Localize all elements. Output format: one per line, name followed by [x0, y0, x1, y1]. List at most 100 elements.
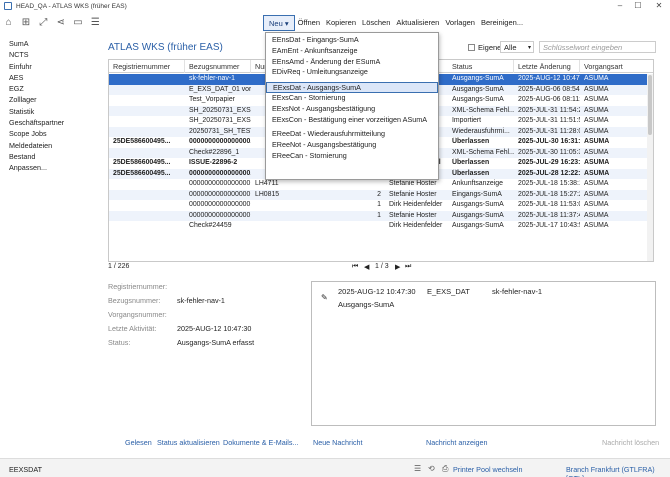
new-message-link[interactable]: Neue Nachricht [313, 438, 363, 447]
printer-icon: ⎙ [442, 464, 449, 473]
cell-c5: Dirk Heidenfelder [389, 222, 443, 229]
cell-date: 2025-JUL-31 11:51:59 [518, 117, 580, 124]
search-input[interactable]: Schlüsselwort eingeben [539, 41, 656, 53]
documents-link[interactable]: Dokumente & E-Mails... [223, 438, 299, 447]
sidebar-item-bestand[interactable]: Bestand [0, 151, 104, 162]
sidebar-item-suma[interactable]: SumA [0, 38, 104, 49]
menu-item-edivreq[interactable]: EDivReq - Umleitungsanzeige [266, 67, 438, 78]
sidebar-item-aes[interactable]: AES [0, 72, 104, 83]
table-row[interactable]: 0000000000000000... 1 Dirk Heidenfelder Aus… [109, 200, 653, 211]
icon-toolbar: ⌂ ⊞ ⤢ ⋖ ▭ ☰ [0, 12, 104, 32]
cell-bez: Check#24459 [189, 222, 232, 229]
branch-link[interactable]: Branch Frankfurt (GTLFRA) [GTL] [566, 465, 670, 477]
sidebar-item-anpassen[interactable]: Anpassen... [0, 162, 104, 173]
cell-date: 2025-JUL-31 11:28:01 [518, 127, 580, 135]
scope-select[interactable]: Alle ▾ [500, 41, 534, 53]
menu-item-eament[interactable]: EAmEnt - Ankunftsanzeige [266, 46, 438, 57]
menu-item-eexsnot[interactable]: EExsNot - Ausgangsbestätigung [266, 104, 438, 115]
refresh-button[interactable]: Aktualisieren [393, 15, 442, 31]
cell-num: LH4711 [255, 180, 279, 187]
column-header-letzte-aenderung[interactable]: Letzte Änderung [514, 60, 580, 73]
vor-label: Vorgangsnummer: [108, 310, 167, 319]
cell-status: Überlassen [452, 159, 490, 166]
close-icon[interactable]: ✕ [650, 0, 668, 12]
sidebar-item-egz[interactable]: EGZ [0, 83, 104, 94]
open-button[interactable]: Öffnen [295, 15, 323, 31]
menu-item-eensdat[interactable]: EEnsDat - Eingangs-SumA [266, 35, 438, 46]
column-header-vorgangsart[interactable]: Vorgangsart [580, 60, 653, 73]
cleanup-button[interactable]: Bereinigen... [478, 15, 526, 31]
menu-item-eexscan[interactable]: EExsCan - Stornierung [266, 93, 438, 104]
delete-button[interactable]: Löschen [359, 15, 393, 31]
menu-item-eensamd[interactable]: EEnsAmd - Änderung der ESumA [266, 57, 438, 68]
share-icon[interactable]: ⋖ [52, 17, 69, 28]
table-row[interactable]: 0000000000000000... LH0815 2 Stefanie Hoste… [109, 189, 653, 200]
column-header-registriernummer[interactable]: Registriernummer [109, 60, 185, 73]
cell-art: ASUMA [584, 106, 609, 114]
sidebar-item-ncts[interactable]: NCTS [0, 49, 104, 60]
chevron-down-icon: ▾ [527, 44, 531, 51]
cell-c5: Stefanie Hoster [389, 190, 437, 198]
prev-page-icon[interactable]: ◀ [364, 263, 369, 271]
first-page-icon[interactable]: ⏮ [352, 263, 358, 271]
cell-date: 2025-JUL-29 16:23:30 [518, 159, 580, 166]
list-icon[interactable]: ☰ [414, 464, 421, 473]
cell-c5: Stefanie Hoster [389, 180, 437, 187]
printer-pool-link[interactable]: Printer Pool wechseln [453, 465, 523, 474]
inbox-icon[interactable]: ▭ [69, 17, 86, 28]
cell-bez: 0000000000000000... [189, 201, 251, 208]
column-header-bezugsnummer[interactable]: Bezugsnummer [185, 60, 251, 73]
table-row[interactable]: Check#24459 Dirk Heidenfelder Ausgangs-Sum… [109, 221, 653, 232]
cell-bez: 0000000000000000... [189, 180, 251, 187]
cell-status: XML-Schema Fehl... [452, 106, 514, 114]
grid-icon[interactable]: ☰ [87, 17, 104, 28]
hierarchy-icon[interactable]: ⊞ [17, 17, 34, 28]
pencil-icon[interactable]: ✎ [321, 293, 328, 302]
cell-status: Ausgangs-SumA [452, 75, 504, 82]
menu-item-eexsdat[interactable]: EExsDat - Ausgangs-SumA [266, 82, 438, 93]
templates-button[interactable]: Vorlagen [442, 15, 478, 31]
home-icon[interactable]: ⌂ [0, 17, 17, 28]
maximize-icon[interactable]: ☐ [629, 0, 647, 12]
cell-date: 2025-JUL-30 11:05:31 [518, 148, 580, 156]
sidebar-item-statistik[interactable]: Statistik [0, 106, 104, 117]
menu-item-ereedat[interactable]: EReeDat - Wiederausfuhrmitteilung [266, 129, 438, 140]
new-menu-button[interactable]: Neu ▾ [263, 15, 295, 31]
menu-item-eexscon[interactable]: EExsCon - Bestätigung einer vorzeitigen … [266, 115, 438, 126]
sidebar-item-scope-jobs[interactable]: Scope Jobs [0, 128, 104, 139]
cell-reg: 25DE586600495... [113, 138, 171, 145]
sidebar-item-einfuhr[interactable]: Einfuhr [0, 61, 104, 72]
sidebar-item-meldedateien[interactable]: Meldedateien [0, 140, 104, 151]
scrollbar-thumb[interactable] [648, 75, 652, 135]
table-scrollbar[interactable] [647, 74, 653, 261]
cell-status: Ausgangs-SumA [452, 85, 504, 93]
status-label: Status: [108, 338, 131, 347]
table-row[interactable]: 0000000000000000... LH4711 Stefanie Hoster… [109, 179, 653, 190]
cell-status: Importiert [452, 117, 482, 124]
mark-read-link[interactable]: Gelesen [125, 438, 152, 447]
last-page-icon[interactable]: ⏭ [405, 263, 411, 271]
minimize-icon[interactable]: – [611, 0, 629, 12]
page-title: ATLAS WKS (früher EAS) [108, 42, 223, 53]
cell-art: ASUMA [584, 96, 609, 103]
show-message-link[interactable]: Nachricht anzeigen [426, 438, 488, 447]
cell-bez: Test_Vorpapier [189, 96, 235, 103]
fullscreen-icon[interactable]: ⤢ [35, 17, 52, 28]
cell-status: Wiederausfuhrmi... [452, 127, 510, 135]
sync-icon[interactable]: ⟲ [428, 464, 435, 473]
table-row[interactable]: 0000000000000000... 1 Stefanie Hoster Ausga… [109, 210, 653, 221]
next-page-icon[interactable]: ▶ [395, 263, 400, 271]
menu-item-ereenot[interactable]: EReeNot - Ausgangsbestätigung [266, 140, 438, 151]
sidebar-item-zolllager[interactable]: Zolllager [0, 94, 104, 105]
cell-bez: SH_20250731_EXS... [189, 106, 251, 114]
copy-button[interactable]: Kopieren [323, 15, 359, 31]
own-filter[interactable]: Eigene [468, 41, 501, 53]
update-status-link[interactable]: Status aktualisieren [157, 438, 220, 447]
cell-date: 2025-JUL-30 16:31:00 [518, 138, 580, 145]
own-checkbox[interactable] [468, 43, 475, 51]
sidebar-item-geschaeftspartner[interactable]: Geschäftspartner [0, 117, 104, 128]
cell-art: ASUMA [584, 117, 609, 124]
column-header-status[interactable]: Status [448, 60, 514, 73]
cell-reg: 25DE586600495... [113, 169, 171, 177]
menu-item-ereecan[interactable]: EReeCan - Stornierung [266, 151, 438, 162]
